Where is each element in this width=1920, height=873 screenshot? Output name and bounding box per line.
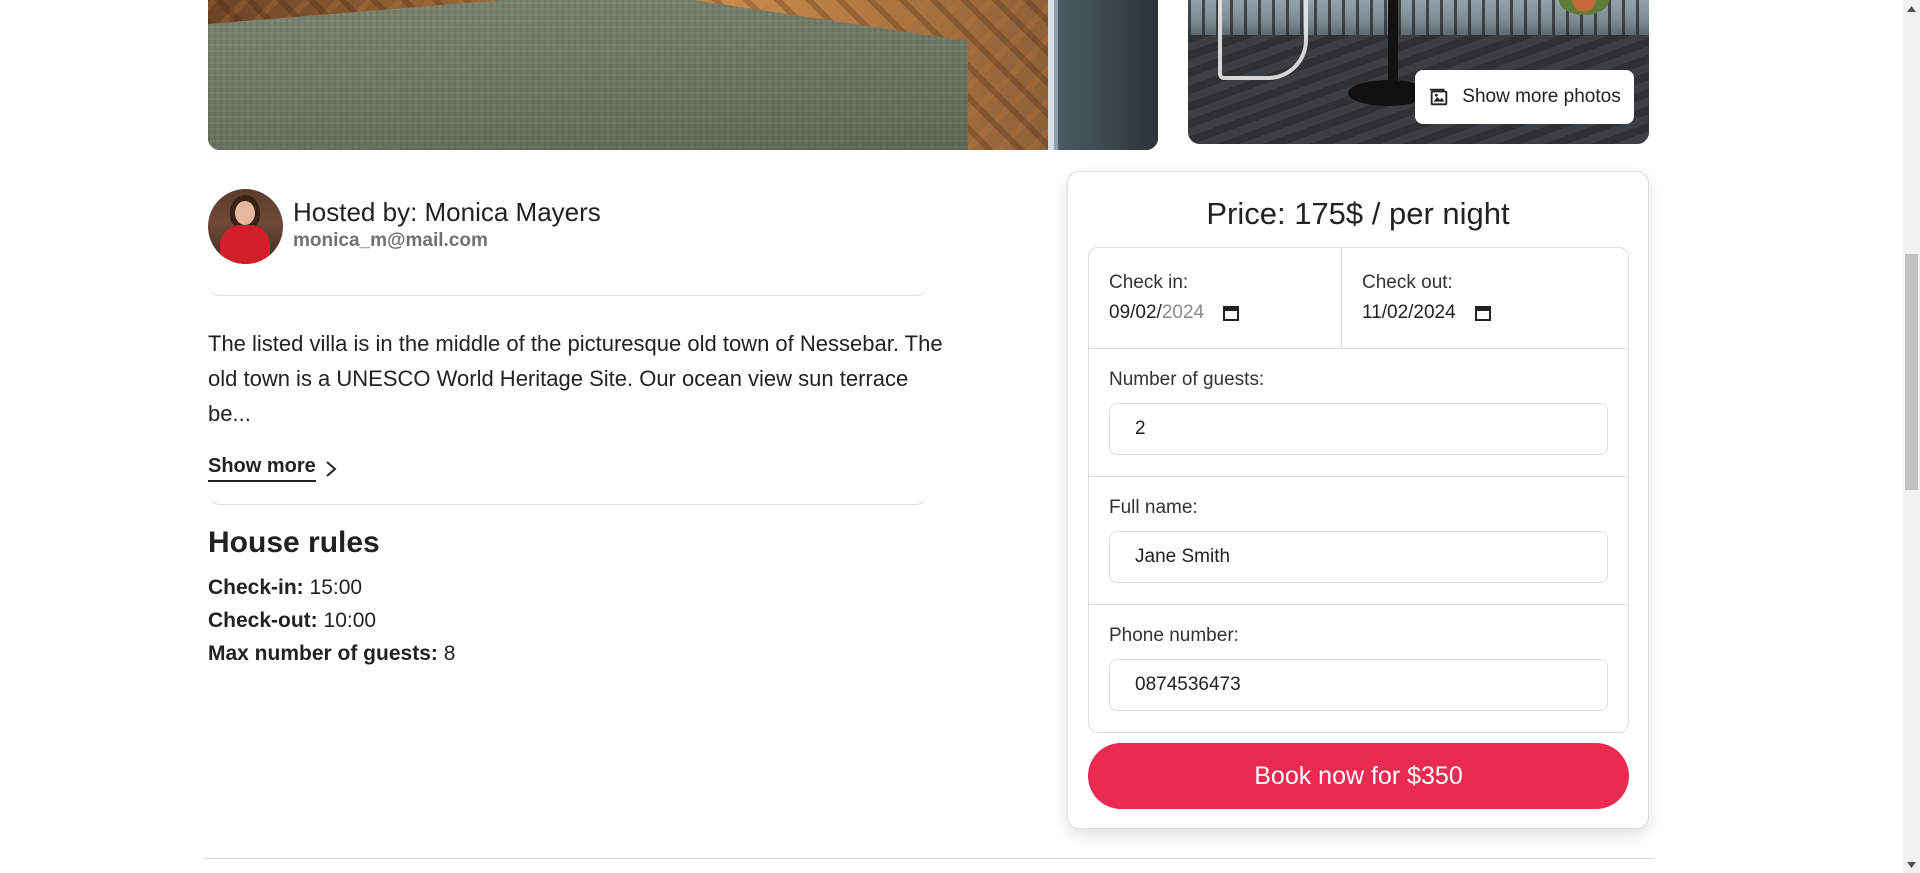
divider — [204, 858, 1654, 859]
check-out-date-value: 11/02/2024 — [1362, 302, 1456, 323]
page-scrollbar[interactable] — [1903, 0, 1920, 873]
gallery-photo-bedroom[interactable] — [208, 0, 1158, 150]
date-row: Check in: 09/02/2024 Check out: 11/02/20… — [1089, 248, 1628, 349]
check-in-date-input[interactable]: 09/02/2024 — [1109, 302, 1321, 324]
listing-description: The listed villa is in the middle of the… — [208, 331, 943, 426]
avatar[interactable] — [208, 189, 283, 264]
book-now-button[interactable]: Book now for $350 — [1088, 743, 1629, 809]
scrollbar-thumb[interactable] — [1905, 254, 1918, 490]
phone-label: Phone number: — [1109, 625, 1239, 646]
show-more-photos-label: Show more photos — [1462, 86, 1621, 107]
full-name-label: Full name: — [1109, 497, 1198, 518]
booking-form: Check in: 09/02/2024 Check out: 11/02/20… — [1088, 247, 1629, 733]
image-icon — [1430, 88, 1448, 106]
scroll-up-icon[interactable] — [1903, 0, 1920, 17]
full-name-section: Full name: Jane Smith — [1089, 477, 1628, 605]
phone-input[interactable]: 0874536473 — [1109, 659, 1608, 711]
rule-value: 15:00 — [309, 576, 363, 599]
divider — [208, 493, 928, 505]
host-info: Hosted by: Monica Mayers monica_m@mail.c… — [293, 189, 601, 253]
check-in-cell: Check in: 09/02/2024 — [1089, 248, 1342, 348]
check-in-date-value: 09/02/2024 — [1109, 302, 1204, 324]
host-name: Hosted by: Monica Mayers — [293, 197, 601, 227]
check-out-label: Check out: — [1362, 272, 1453, 293]
rule-max-guests: Max number of guests: 8 — [208, 642, 455, 666]
check-out-date-input[interactable]: 11/02/2024 — [1362, 302, 1608, 324]
full-name-input[interactable]: Jane Smith — [1109, 531, 1608, 583]
photo-window — [1048, 0, 1158, 150]
calendar-icon[interactable] — [1474, 304, 1492, 322]
check-in-label: Check in: — [1109, 272, 1189, 293]
check-out-cell: Check out: 11/02/2024 — [1342, 248, 1628, 348]
check-in-date-year: 2024 — [1161, 302, 1205, 323]
avatar-coat — [220, 225, 270, 264]
scroll-down-icon[interactable] — [1903, 856, 1920, 873]
rule-check-in: Check-in: 15:00 — [208, 576, 362, 600]
photo-chair — [1218, 0, 1308, 80]
divider — [208, 284, 928, 296]
booking-card: Price: 175$ / per night Check in: 09/02/… — [1067, 171, 1649, 829]
rule-value: 8 — [443, 642, 456, 665]
guests-label: Number of guests: — [1109, 369, 1265, 390]
host-section: Hosted by: Monica Mayers monica_m@mail.c… — [208, 189, 601, 264]
show-more-photos-button[interactable]: Show more photos — [1415, 70, 1634, 124]
chevron-right-icon — [326, 460, 337, 477]
rule-label: Max number of guests: — [208, 642, 438, 665]
rule-label: Check-out: — [208, 609, 318, 632]
price-per-night: Price: 175$ / per night — [1206, 196, 1510, 231]
phone-section: Phone number: 0874536473 — [1089, 605, 1628, 733]
check-in-date-main: 09/02/ — [1109, 302, 1162, 323]
rule-label: Check-in: — [208, 576, 304, 599]
show-more-link[interactable]: Show more — [208, 455, 338, 482]
rule-value: 10:00 — [323, 609, 377, 632]
calendar-icon[interactable] — [1222, 304, 1240, 322]
show-more-label: Show more — [208, 455, 316, 482]
rule-check-out: Check-out: 10:00 — [208, 609, 376, 633]
guests-input[interactable]: 2 — [1109, 403, 1608, 455]
house-rules-title: House rules — [208, 526, 380, 559]
guests-section: Number of guests: 2 — [1089, 349, 1628, 477]
avatar-face — [235, 201, 255, 225]
host-email: monica_m@mail.com — [293, 230, 488, 251]
